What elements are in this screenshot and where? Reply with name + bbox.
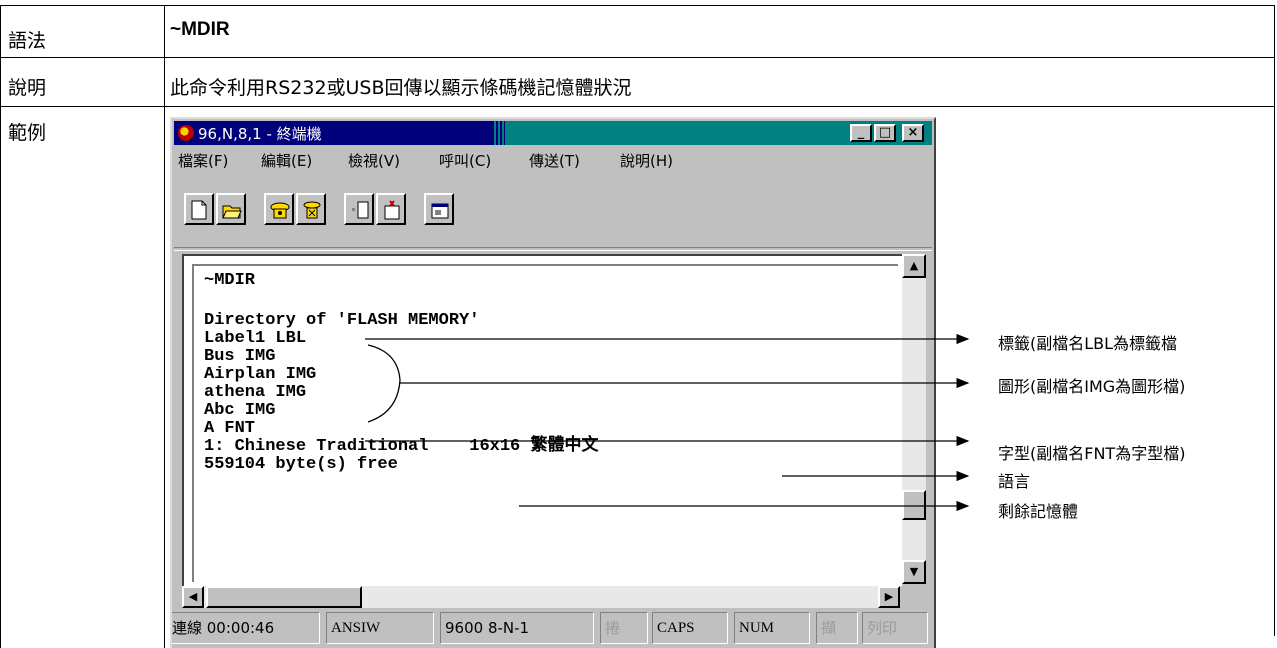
annotation-arrows: [365, 333, 970, 512]
annotation-language: 語言: [998, 472, 1031, 491]
image-bracket: [367, 344, 401, 423]
annotation-free-memory: 剩餘記憶體: [998, 502, 1079, 521]
annotation-font-file: 字型(副檔名FNT為字型檔): [998, 444, 1186, 463]
annotation-label-file: 標籤(副檔名LBL為標籤檔: [998, 334, 1178, 353]
annotation-image-file: 圖形(副檔名IMG為圖形檔): [998, 377, 1186, 396]
